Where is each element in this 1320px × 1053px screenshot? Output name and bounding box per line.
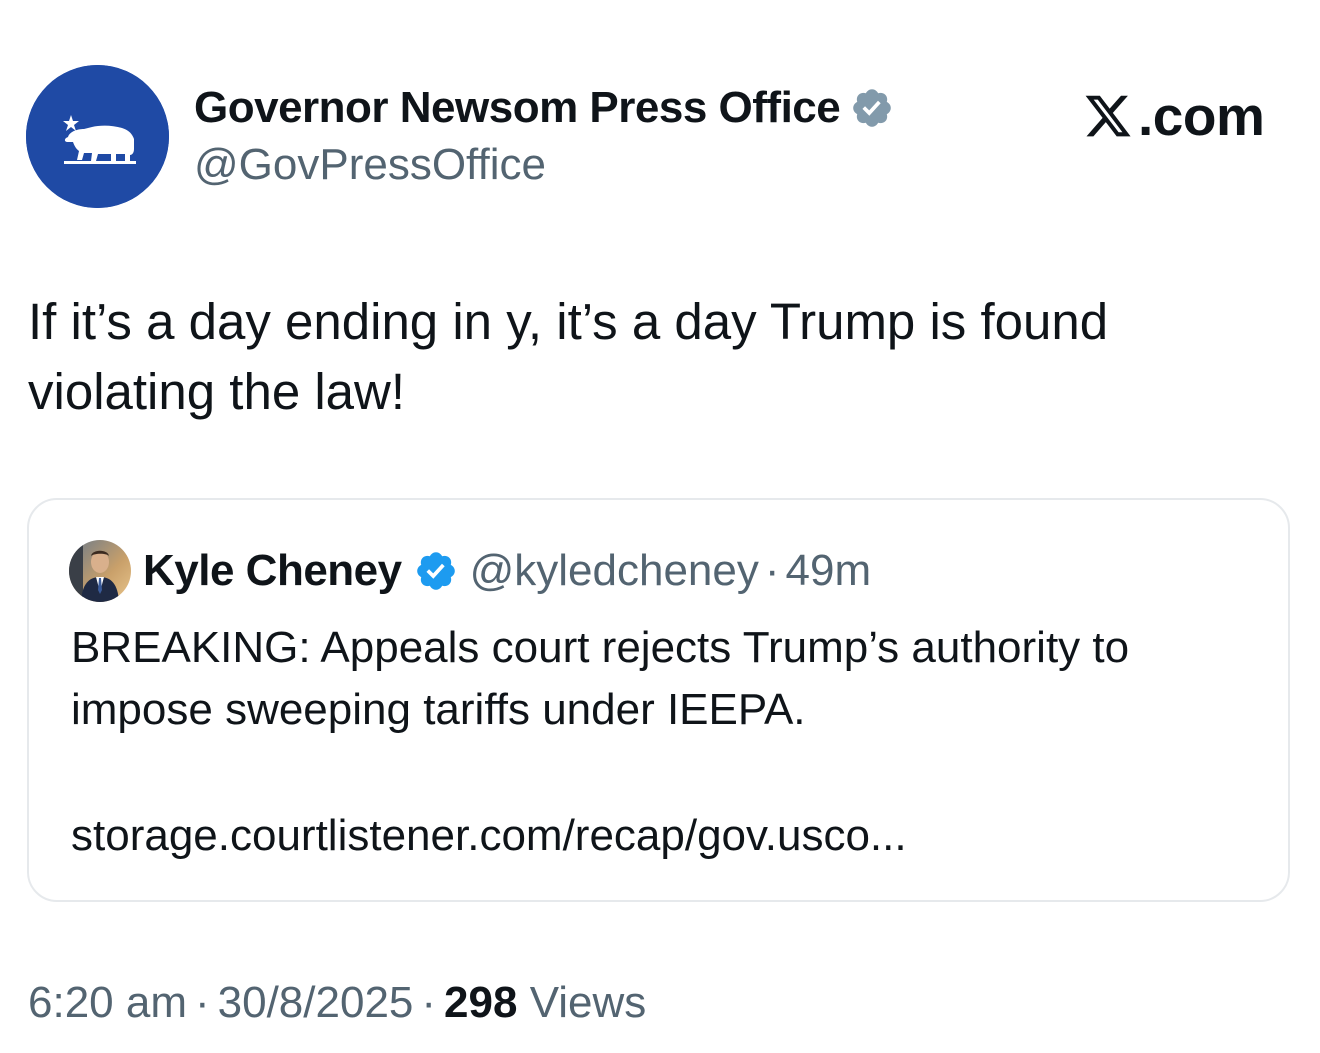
tweet-text: If it’s a day ending in y, it’s a day Tr… — [28, 293, 1109, 420]
quoted-author-handle[interactable]: @kyledcheney — [470, 546, 759, 596]
views-label: Views — [529, 978, 647, 1027]
author-display-name[interactable]: Governor Newsom Press Office — [194, 83, 841, 133]
gray-verified-badge-icon[interactable] — [850, 86, 894, 130]
author-avatar[interactable] — [26, 65, 169, 208]
quoted-author-name[interactable]: Kyle Cheney — [143, 546, 402, 596]
blue-verified-badge-icon[interactable] — [414, 549, 458, 593]
meta-separator: · — [194, 978, 210, 1027]
quoted-separator: · — [764, 546, 780, 595]
quoted-tweet-header: Kyle Cheney @kyledcheney · 49m — [69, 540, 871, 602]
meta-separator-2: · — [421, 978, 437, 1027]
person-avatar-icon — [69, 540, 131, 602]
quoted-tweet-card[interactable]: Kyle Cheney @kyledcheney · 49m BREAKING:… — [27, 498, 1290, 902]
california-bear-flag-icon — [26, 65, 169, 208]
x-com-brand: .com — [1082, 84, 1265, 148]
quoted-tweet-text: BREAKING: Appeals court rejects Trump’s … — [71, 623, 1130, 734]
author-name-row: Governor Newsom Press Office — [194, 80, 894, 136]
brand-label: .com — [1138, 85, 1265, 147]
author-handle[interactable]: @GovPressOffice — [194, 140, 546, 190]
quoted-author-avatar[interactable] — [69, 540, 131, 602]
tweet-meta: 6:20 am · 30/8/2025 · 298 Views — [28, 978, 646, 1028]
quoted-tweet-link[interactable]: storage.courtlistener.com/recap/gov.usco… — [71, 805, 907, 867]
tweet-time[interactable]: 6:20 am — [28, 978, 187, 1027]
quoted-timestamp[interactable]: 49m — [786, 546, 872, 596]
x-logo-icon — [1085, 95, 1131, 137]
views-count[interactable]: 298 — [444, 978, 517, 1027]
tweet-date[interactable]: 30/8/2025 — [218, 978, 414, 1027]
